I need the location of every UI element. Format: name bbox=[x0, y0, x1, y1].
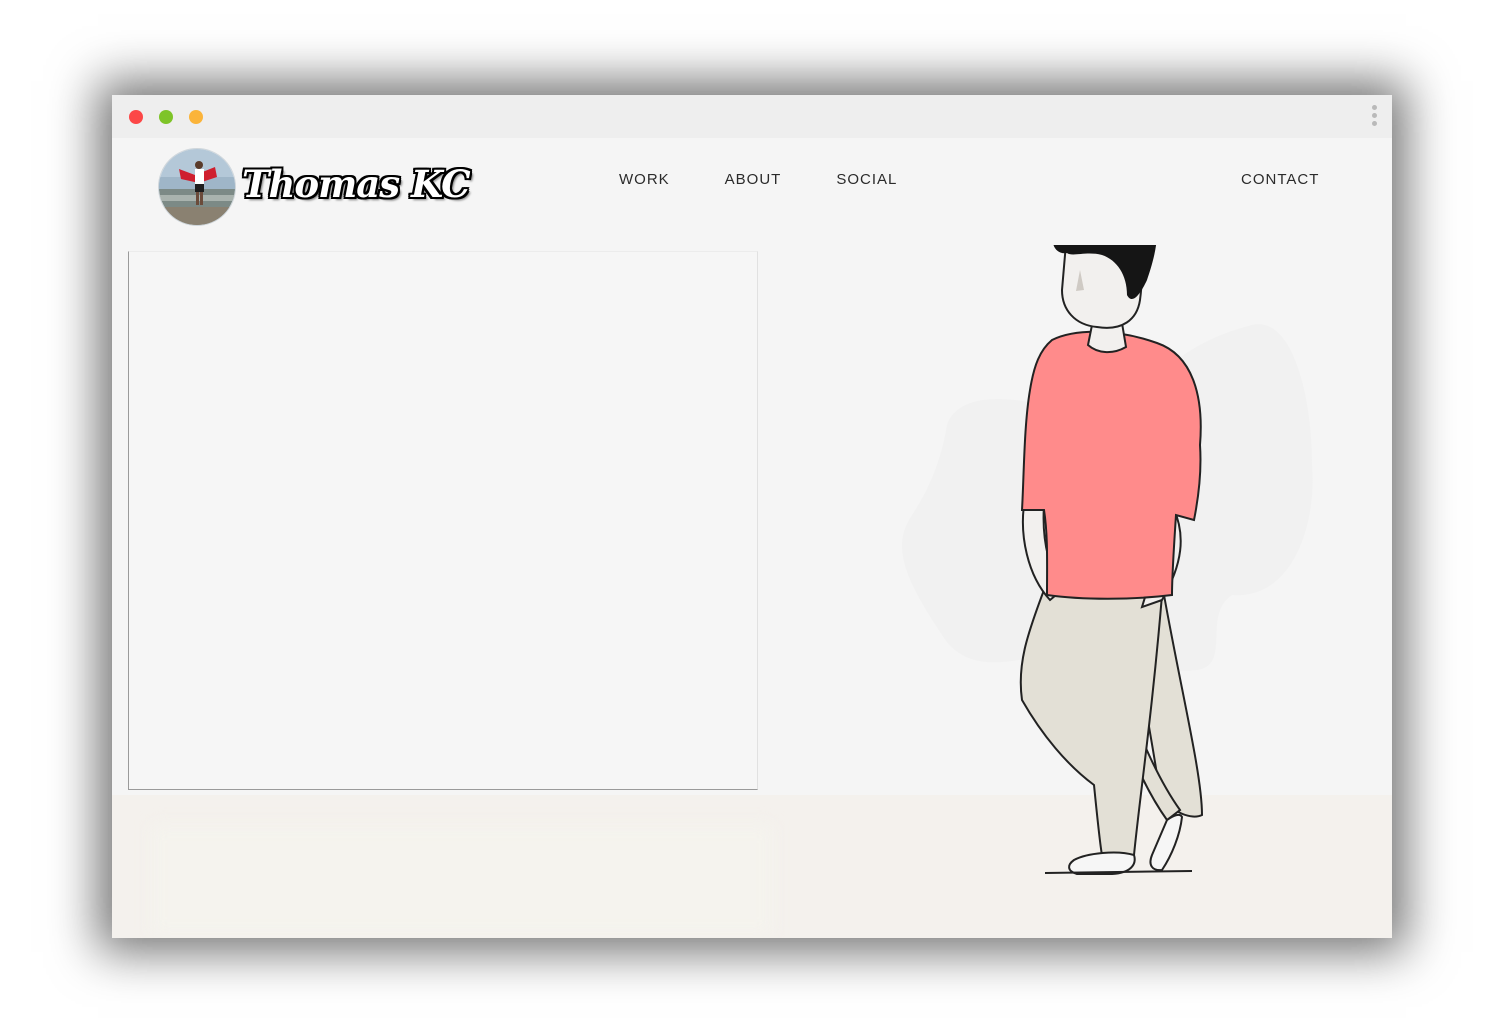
kebab-menu-icon[interactable] bbox=[1366, 105, 1382, 129]
minimize-window-button[interactable] bbox=[159, 110, 173, 124]
primary-nav: WORK ABOUT SOCIAL bbox=[619, 171, 952, 188]
brand-name: Thomas KC bbox=[242, 162, 471, 206]
nav-work-link[interactable]: WORK bbox=[619, 171, 670, 188]
content-panel bbox=[128, 251, 758, 790]
shirt bbox=[1020, 330, 1202, 600]
nav-contact-link[interactable]: CONTACT bbox=[1241, 171, 1319, 188]
pants bbox=[1019, 588, 1164, 856]
nav-social-link[interactable]: SOCIAL bbox=[836, 171, 897, 188]
ground-line bbox=[1044, 870, 1193, 874]
avatar bbox=[158, 148, 236, 226]
browser-window: Thomas KC WORK ABOUT SOCIAL CONTACT bbox=[112, 95, 1392, 938]
brand-logo[interactable]: Thomas KC bbox=[158, 148, 471, 226]
floor-shadow bbox=[152, 825, 772, 935]
nav-about-link[interactable]: ABOUT bbox=[725, 171, 782, 188]
front-shoe bbox=[1068, 851, 1136, 875]
maximize-window-button[interactable] bbox=[189, 110, 203, 124]
back-shoe bbox=[1149, 813, 1184, 872]
window-titlebar bbox=[112, 95, 1392, 138]
site-navbar: Thomas KC WORK ABOUT SOCIAL CONTACT bbox=[112, 138, 1392, 233]
standing-man-illustration bbox=[902, 245, 1313, 875]
close-window-button[interactable] bbox=[129, 110, 143, 124]
